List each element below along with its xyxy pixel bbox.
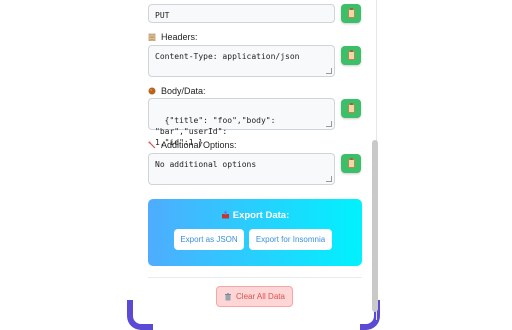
headers-label: Headers: <box>148 32 198 42</box>
copy-method-button[interactable] <box>341 4 361 23</box>
package-icon <box>148 87 156 95</box>
export-json-label: Export as JSON <box>180 235 238 244</box>
export-title-text: Export Data: <box>232 210 290 221</box>
export-json-button[interactable]: Export as JSON <box>174 229 244 250</box>
clipboard-list-icon <box>148 33 156 41</box>
clear-all-label: Clear All Data <box>236 292 285 301</box>
copy-headers-button[interactable] <box>341 46 361 65</box>
method-field[interactable]: PUT <box>148 4 335 23</box>
options-field[interactable]: No additional options <box>148 153 335 185</box>
options-value: No additional options <box>155 160 257 169</box>
clipboard-icon <box>347 8 355 18</box>
wrench-icon <box>148 141 156 149</box>
options-label: Additional Options: <box>148 140 237 150</box>
body-label: Body/Data: <box>148 86 206 96</box>
copy-options-button[interactable] <box>341 154 361 173</box>
trash-icon <box>225 292 232 300</box>
headers-field[interactable]: Content-Type: application/json <box>148 45 335 77</box>
options-label-text: Additional Options: <box>161 140 237 150</box>
window-frame-corner-left <box>127 300 153 330</box>
clipboard-icon <box>347 103 355 113</box>
export-title: Export Data: <box>148 210 362 221</box>
outbox-icon <box>221 210 229 219</box>
scrollbar-thumb[interactable] <box>372 140 378 312</box>
divider <box>148 277 362 278</box>
headers-value: Content-Type: application/json <box>155 52 300 61</box>
copy-body-button[interactable] <box>341 99 361 118</box>
resize-handle[interactable] <box>326 176 332 182</box>
resize-handle[interactable] <box>326 68 332 74</box>
export-insomnia-button[interactable]: Export for Insomnia <box>249 229 332 250</box>
resize-handle[interactable] <box>326 121 332 127</box>
export-card: Export Data: Export as JSON Export for I… <box>148 199 362 266</box>
export-insomnia-label: Export for Insomnia <box>255 235 326 244</box>
clipboard-icon <box>347 158 355 168</box>
clear-all-button[interactable]: Clear All Data <box>216 286 293 307</box>
clipboard-icon <box>347 50 355 60</box>
method-value: PUT <box>155 11 170 20</box>
headers-label-text: Headers: <box>161 32 198 42</box>
body-field[interactable]: {"title": "foo","body": "bar","userId": … <box>148 98 335 147</box>
body-label-text: Body/Data: <box>161 86 206 96</box>
